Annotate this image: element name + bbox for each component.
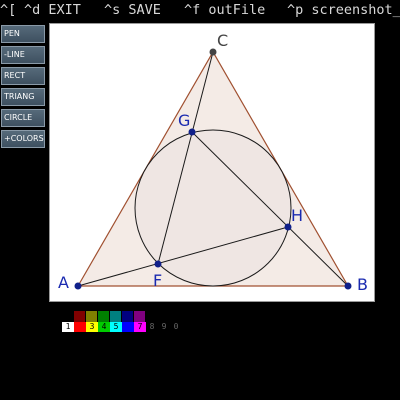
label-h: H [291, 206, 303, 225]
color-swatch-olive[interactable] [86, 311, 97, 322]
color-swatch-purple[interactable] [134, 311, 145, 322]
color-swatch-maroon[interactable] [74, 311, 85, 322]
menu-outfile[interactable]: ^f outFile [184, 1, 265, 19]
menu-bar: ^[ ^d EXIT ^s SAVE ^f outFile ^p screens… [0, 0, 400, 20]
label-f: F [153, 271, 162, 290]
tool-colors[interactable]: +COLORS [1, 130, 45, 148]
menu-screenshot[interactable]: ^p screenshot_ [287, 1, 400, 19]
label-c: C [217, 31, 228, 50]
color-number-3[interactable]: 3 [86, 322, 98, 332]
tool-line[interactable]: -LINE [1, 46, 45, 64]
color-number-5[interactable]: 5 [110, 322, 122, 332]
point-b[interactable] [344, 282, 352, 290]
geometry-drawing: A B C F G H [58, 31, 368, 294]
point-a[interactable] [74, 282, 82, 290]
label-a: A [58, 273, 69, 292]
tool-circle[interactable]: CIRCLE [1, 109, 45, 127]
color-number-1[interactable]: 1 [62, 322, 74, 332]
label-b: B [357, 275, 368, 294]
color-number-8[interactable]: 8 [146, 322, 158, 332]
tool-pen[interactable]: PEN [1, 25, 45, 43]
color-swatch-navy[interactable] [122, 311, 133, 322]
menu-save[interactable]: ^s SAVE [104, 1, 161, 19]
menu-escape[interactable]: ^[ [0, 1, 16, 19]
point-c[interactable] [209, 48, 217, 56]
tool-rect[interactable]: RECT [1, 67, 45, 85]
color-number-4[interactable]: 4 [98, 322, 110, 332]
point-f[interactable] [154, 260, 162, 268]
color-swatch-teal[interactable] [110, 311, 121, 322]
drawing-canvas[interactable]: A B C F G H [49, 23, 375, 302]
menu-exit[interactable]: ^d EXIT [24, 1, 81, 19]
color-number-7[interactable]: 7 [134, 322, 146, 332]
color-number-2[interactable]: 2 [74, 322, 86, 332]
color-swatch-green[interactable] [98, 311, 109, 322]
color-number-9[interactable]: 9 [158, 322, 170, 332]
color-number-0[interactable]: 0 [170, 322, 182, 332]
color-number-6[interactable]: 6 [122, 322, 134, 332]
tool-triangle[interactable]: TRIANG [1, 88, 45, 106]
label-g: G [178, 111, 190, 130]
